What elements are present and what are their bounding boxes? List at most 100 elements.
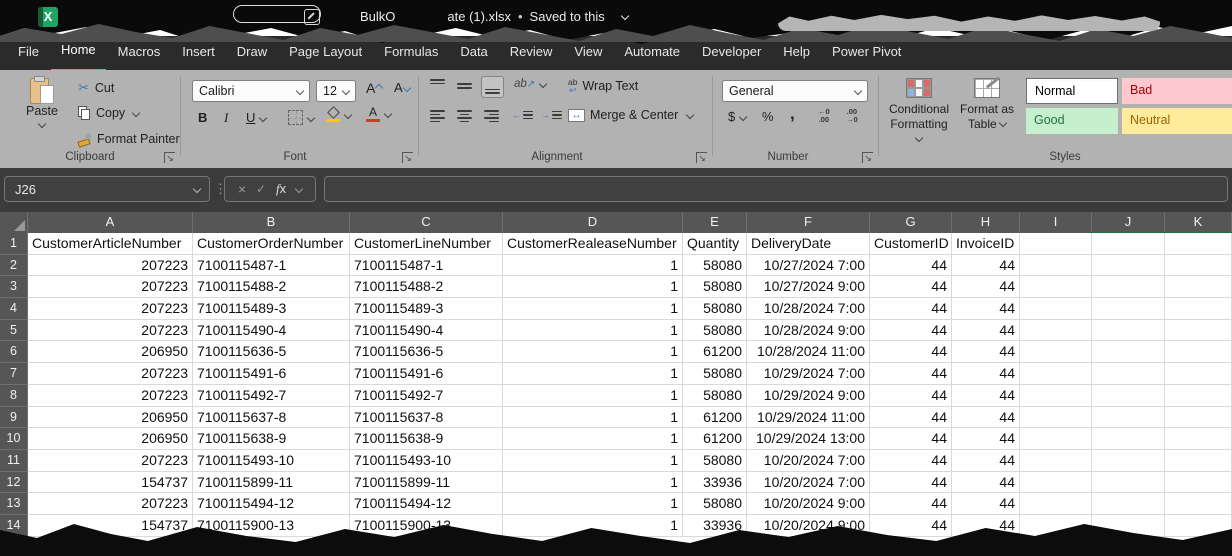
conditional-formatting-button[interactable]: Conditional Formatting	[886, 78, 952, 147]
cell-C2[interactable]: 7100115487-1	[350, 255, 503, 277]
cell-D2[interactable]: 1	[503, 255, 683, 277]
cell-G13[interactable]: 44	[870, 493, 952, 515]
cell-G2[interactable]: 44	[870, 255, 952, 277]
cell-D4[interactable]: 1	[503, 298, 683, 320]
cell-H11[interactable]: 44	[952, 450, 1020, 472]
font-size-combobox[interactable]: 12	[316, 80, 356, 102]
cell-D12[interactable]: 1	[503, 472, 683, 494]
cell-J3[interactable]	[1092, 276, 1165, 298]
row-header-4[interactable]: 4	[0, 298, 28, 320]
cell-E13[interactable]: 58080	[683, 493, 747, 515]
cell-D9[interactable]: 1	[503, 407, 683, 429]
cell-I12[interactable]	[1020, 472, 1092, 494]
bold-button[interactable]: B	[198, 110, 207, 125]
column-header-F[interactable]: F	[747, 212, 870, 233]
row-header-10[interactable]: 10	[0, 428, 28, 450]
cell-K9[interactable]	[1165, 407, 1232, 429]
cell-C12[interactable]: 7100115899-11	[350, 472, 503, 494]
cancel-icon[interactable]: ×	[238, 181, 246, 197]
column-header-J[interactable]: J	[1092, 212, 1165, 233]
cell-A9[interactable]: 206950	[28, 407, 193, 429]
align-left-button[interactable]	[430, 110, 445, 122]
underline-button[interactable]: U	[246, 110, 266, 125]
cell-D3[interactable]: 1	[503, 276, 683, 298]
wrap-text-button[interactable]: ab↩ Wrap Text	[568, 78, 638, 94]
cell-D6[interactable]: 1	[503, 341, 683, 363]
column-header-I[interactable]: I	[1020, 212, 1092, 233]
cell-A4[interactable]: 207223	[28, 298, 193, 320]
orientation-button[interactable]: ab↗	[514, 78, 546, 90]
cell-G8[interactable]: 44	[870, 385, 952, 407]
cell-J12[interactable]	[1092, 472, 1165, 494]
cell-E4[interactable]: 58080	[683, 298, 747, 320]
cell-D1[interactable]: CustomerRealeaseNumber	[503, 233, 683, 255]
cell-H2[interactable]: 44	[952, 255, 1020, 277]
cell-G3[interactable]: 44	[870, 276, 952, 298]
column-header-C[interactable]: C	[350, 212, 503, 233]
cell-E10[interactable]: 61200	[683, 428, 747, 450]
cell-E11[interactable]: 58080	[683, 450, 747, 472]
cell-G6[interactable]: 44	[870, 341, 952, 363]
font-name-combobox[interactable]: Calibri	[192, 80, 310, 102]
align-right-button[interactable]	[484, 110, 499, 122]
cell-F4[interactable]: 10/28/2024 7:00	[747, 298, 870, 320]
cell-J9[interactable]	[1092, 407, 1165, 429]
decrease-indent-button[interactable]: ←	[512, 110, 533, 120]
cell-A1[interactable]: CustomerArticleNumber	[28, 233, 193, 255]
bottom-align-button[interactable]	[481, 76, 504, 98]
editing-mode-icon[interactable]	[304, 9, 320, 25]
increase-indent-button[interactable]: →	[541, 110, 562, 120]
format-as-table-button[interactable]: Format as Table	[956, 78, 1018, 132]
cell-G4[interactable]: 44	[870, 298, 952, 320]
cell-style-normal[interactable]: Normal	[1026, 78, 1118, 104]
align-center-button[interactable]	[457, 110, 472, 122]
paste-button[interactable]: Paste	[22, 76, 62, 127]
cell-B13[interactable]: 7100115494-12	[193, 493, 350, 515]
cell-K1[interactable]	[1165, 233, 1232, 255]
cell-K11[interactable]	[1165, 450, 1232, 472]
cell-E5[interactable]: 58080	[683, 320, 747, 342]
cell-F3[interactable]: 10/27/2024 9:00	[747, 276, 870, 298]
cell-D7[interactable]: 1	[503, 363, 683, 385]
cell-I2[interactable]	[1020, 255, 1092, 277]
cell-C10[interactable]: 7100115638-9	[350, 428, 503, 450]
cell-K6[interactable]	[1165, 341, 1232, 363]
comma-style-button[interactable]: ,	[790, 104, 795, 124]
cell-F9[interactable]: 10/29/2024 11:00	[747, 407, 870, 429]
cell-K13[interactable]	[1165, 493, 1232, 515]
cell-A12[interactable]: 154737	[28, 472, 193, 494]
cell-I9[interactable]	[1020, 407, 1092, 429]
alignment-dialog-launcher[interactable]: ↘	[696, 152, 707, 163]
column-header-G[interactable]: G	[870, 212, 952, 233]
number-format-combobox[interactable]: General	[722, 80, 868, 102]
cell-C8[interactable]: 7100115492-7	[350, 385, 503, 407]
row-header-6[interactable]: 6	[0, 341, 28, 363]
cell-G12[interactable]: 44	[870, 472, 952, 494]
cell-J11[interactable]	[1092, 450, 1165, 472]
row-header-12[interactable]: 12	[0, 472, 28, 494]
cell-H3[interactable]: 44	[952, 276, 1020, 298]
cell-F6[interactable]: 10/28/2024 11:00	[747, 341, 870, 363]
cell-F7[interactable]: 10/29/2024 7:00	[747, 363, 870, 385]
column-header-H[interactable]: H	[952, 212, 1020, 233]
row-header-8[interactable]: 8	[0, 385, 28, 407]
cell-D11[interactable]: 1	[503, 450, 683, 472]
cut-button[interactable]: ✂ Cut	[78, 80, 114, 96]
cell-C1[interactable]: CustomerLineNumber	[350, 233, 503, 255]
borders-button[interactable]	[288, 110, 314, 125]
cell-B3[interactable]: 7100115488-2	[193, 276, 350, 298]
cell-C9[interactable]: 7100115637-8	[350, 407, 503, 429]
cell-C4[interactable]: 7100115489-3	[350, 298, 503, 320]
cell-H12[interactable]: 44	[952, 472, 1020, 494]
cell-H10[interactable]: 44	[952, 428, 1020, 450]
cell-H8[interactable]: 44	[952, 385, 1020, 407]
cell-G1[interactable]: CustomerID	[870, 233, 952, 255]
top-align-button[interactable]	[430, 79, 445, 93]
cell-G10[interactable]: 44	[870, 428, 952, 450]
cell-I7[interactable]	[1020, 363, 1092, 385]
cell-D13[interactable]: 1	[503, 493, 683, 515]
cell-K7[interactable]	[1165, 363, 1232, 385]
name-box[interactable]: J26	[4, 176, 210, 202]
formula-input[interactable]	[324, 176, 1228, 202]
column-header-D[interactable]: D	[503, 212, 683, 233]
